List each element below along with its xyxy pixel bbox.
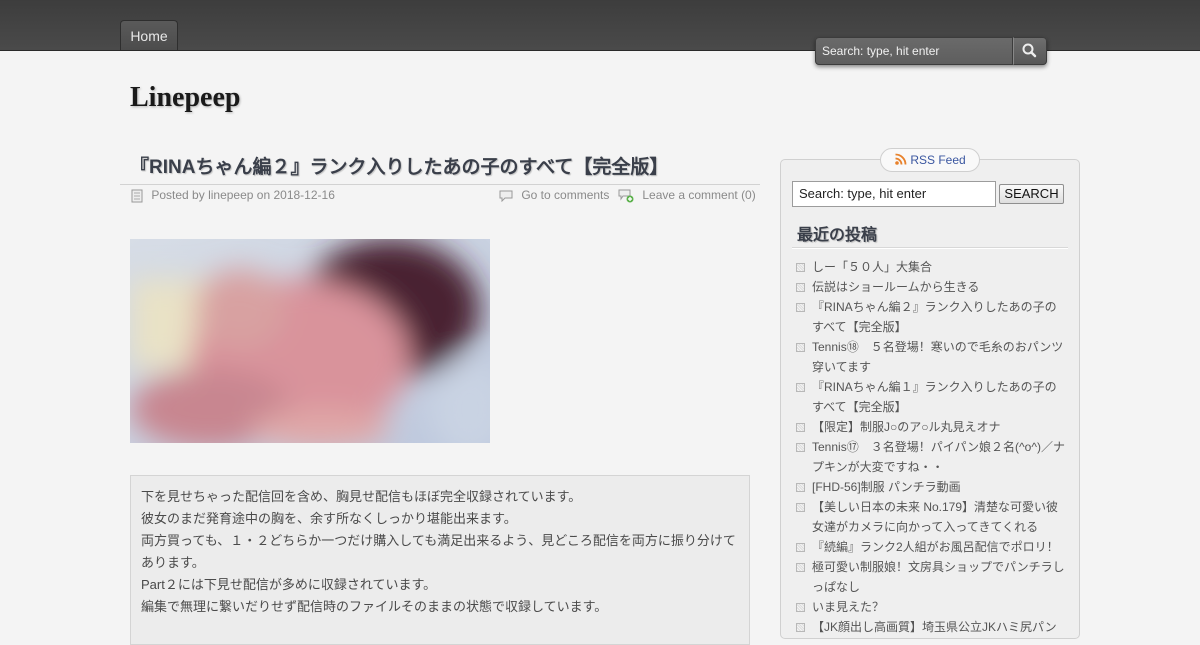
posted-on-word: on xyxy=(256,188,271,202)
header-search: Search: type, hit enter xyxy=(815,37,1047,65)
recent-post-item[interactable]: Tennis⑰ ３名登場！パイパン娘２名(^o^)／ナプキンが大変ですね・・ xyxy=(796,437,1068,477)
recent-post-item[interactable]: [FHD-56]制服 パンチラ動画 xyxy=(796,477,1068,497)
recent-post-link[interactable]: Tennis⑰ ３名登場！パイパン娘２名(^o^)／ナプキンが大変ですね・・ xyxy=(812,440,1065,474)
recent-post-link[interactable]: いま見えた？ xyxy=(812,600,884,614)
posted-by-prefix: Posted by xyxy=(151,188,205,202)
recent-post-item[interactable]: しー「５０人」大集合 xyxy=(796,257,1068,277)
post-meta-author: Posted by linepeep on 2018-12-16 xyxy=(131,188,335,203)
recent-post-item[interactable]: 『RINAちゃん編２』ランク入りしたあの子のすべて【完全版】 xyxy=(796,297,1068,337)
go-to-comments-link[interactable]: Go to comments xyxy=(499,188,609,202)
rss-feed-link[interactable]: RSS Feed xyxy=(880,148,980,172)
post-title-divider xyxy=(120,184,760,185)
recent-post-link[interactable]: [FHD-56]制服 パンチラ動画 xyxy=(812,480,961,494)
recent-post-item[interactable]: 【JK顔出し高画質】埼玉県公立JKハミ尻パン xyxy=(796,617,1068,637)
list-bullet-icon xyxy=(796,623,805,632)
post-featured-image[interactable] xyxy=(130,239,490,443)
recent-post-link[interactable]: 【限定】制服J○のア○ル丸見えオナ xyxy=(812,420,1001,434)
recent-posts-heading: 最近の投稿 xyxy=(797,227,878,244)
list-bullet-icon xyxy=(796,543,805,552)
list-bullet-icon xyxy=(796,283,805,292)
recent-post-item[interactable]: 『続編』ランク2人組がお風呂配信でポロリ！ xyxy=(796,537,1068,557)
blurred-photo xyxy=(130,239,490,443)
post-paragraph: Part２には下見せ配信が多めに収録されています。 xyxy=(141,577,437,592)
recent-post-item[interactable]: Tennis⑱ ５名登場！寒いので毛糸のおパンツ穿いてます xyxy=(796,337,1068,377)
post-date: 2018-12-16 xyxy=(273,188,335,202)
leave-comment-label: Leave a comment (0) xyxy=(642,188,756,202)
recent-post-link[interactable]: 極可愛い制服娘！文房具ショップでパンチラしっぱなし xyxy=(812,560,1065,594)
list-bullet-icon xyxy=(796,603,805,612)
site-title[interactable]: Linepeep xyxy=(130,82,240,114)
recent-posts-list: しー「５０人」大集合 伝説はショールームから生きる 『RINAちゃん編２』ランク… xyxy=(796,257,1068,637)
recent-post-link[interactable]: Tennis⑱ ５名登場！寒いので毛糸のおパンツ穿いてます xyxy=(812,340,1063,374)
post-paragraph: 編集で無理に繋いだりせず配信時のファイルそのままの状態で収録しています。 xyxy=(141,599,608,614)
recent-post-link[interactable]: 『RINAちゃん編２』ランク入りしたあの子のすべて【完全版】 xyxy=(812,300,1057,334)
list-bullet-icon xyxy=(796,303,805,312)
go-to-comments-label: Go to comments xyxy=(521,188,610,202)
sidebar-search-input[interactable]: Search: type, hit enter xyxy=(792,181,996,207)
list-bullet-icon xyxy=(796,263,805,272)
sidebar-search-button[interactable]: SEARCH xyxy=(999,184,1064,204)
post-title[interactable]: 『RINAちゃん編２』ランク入りしたあの子のすべて【完全版】 xyxy=(130,152,668,179)
post-paragraph: 両方買っても、１・２どちらか一つだけ購入しても満足出来るよう、見どころ配信を両方… xyxy=(141,533,736,570)
header-search-button[interactable] xyxy=(1013,37,1047,65)
recent-post-link[interactable]: 『続編』ランク2人組がお風呂配信でポロリ！ xyxy=(812,540,1059,554)
recent-post-link[interactable]: しー「５０人」大集合 xyxy=(812,260,932,274)
list-bullet-icon xyxy=(796,483,805,492)
rss-icon xyxy=(895,153,907,165)
magnifier-icon xyxy=(1022,43,1037,58)
header-search-input[interactable]: Search: type, hit enter xyxy=(815,37,1013,65)
recent-post-link[interactable]: 伝説はショールームから生きる xyxy=(812,280,979,294)
recent-post-link[interactable]: 【JK顔出し高画質】埼玉県公立JKハミ尻パン xyxy=(812,620,1057,634)
rss-feed-label: RSS Feed xyxy=(910,153,966,167)
recent-post-link[interactable]: 【美しい日本の未来 No.179】清楚な可愛い彼女達がカメラに向かって入ってきて… xyxy=(812,500,1058,534)
recent-post-item[interactable]: 『RINAちゃん編１』ランク入りしたあの子のすべて【完全版】 xyxy=(796,377,1068,417)
list-bullet-icon xyxy=(796,383,805,392)
post-content-box: 下を見せちゃった配信回を含め、胸見せ配信もほぼ完全収録されています。 彼女のまだ… xyxy=(130,475,750,645)
recent-posts-divider xyxy=(792,247,1068,249)
leave-comment-link[interactable]: Leave a comment (0) xyxy=(618,188,756,203)
add-comment-icon xyxy=(618,189,634,203)
recent-post-item[interactable]: 【限定】制服J○のア○ル丸見えオナ xyxy=(796,417,1068,437)
post-paragraph: 彼女のまだ発育途中の胸を、余す所なくしっかり堪能出来ます。 xyxy=(141,511,517,526)
list-bullet-icon xyxy=(796,563,805,572)
document-icon xyxy=(131,189,143,203)
list-bullet-icon xyxy=(796,423,805,432)
list-bullet-icon xyxy=(796,343,805,352)
post-author-link[interactable]: linepeep xyxy=(208,188,253,202)
recent-post-item[interactable]: 伝説はショールームから生きる xyxy=(796,277,1068,297)
list-bullet-icon xyxy=(796,443,805,452)
recent-post-item[interactable]: 極可愛い制服娘！文房具ショップでパンチラしっぱなし xyxy=(796,557,1068,597)
recent-post-item[interactable]: 【美しい日本の未来 No.179】清楚な可愛い彼女達がカメラに向かって入ってきて… xyxy=(796,497,1068,537)
speech-bubble-icon xyxy=(499,190,513,202)
nav-home-tab[interactable]: Home xyxy=(120,20,178,50)
recent-post-item[interactable]: いま見えた？ xyxy=(796,597,1068,617)
post-paragraph: 下を見せちゃった配信回を含め、胸見せ配信もほぼ完全収録されています。 xyxy=(141,489,582,504)
list-bullet-icon xyxy=(796,503,805,512)
recent-post-link[interactable]: 『RINAちゃん編１』ランク入りしたあの子のすべて【完全版】 xyxy=(812,380,1057,414)
